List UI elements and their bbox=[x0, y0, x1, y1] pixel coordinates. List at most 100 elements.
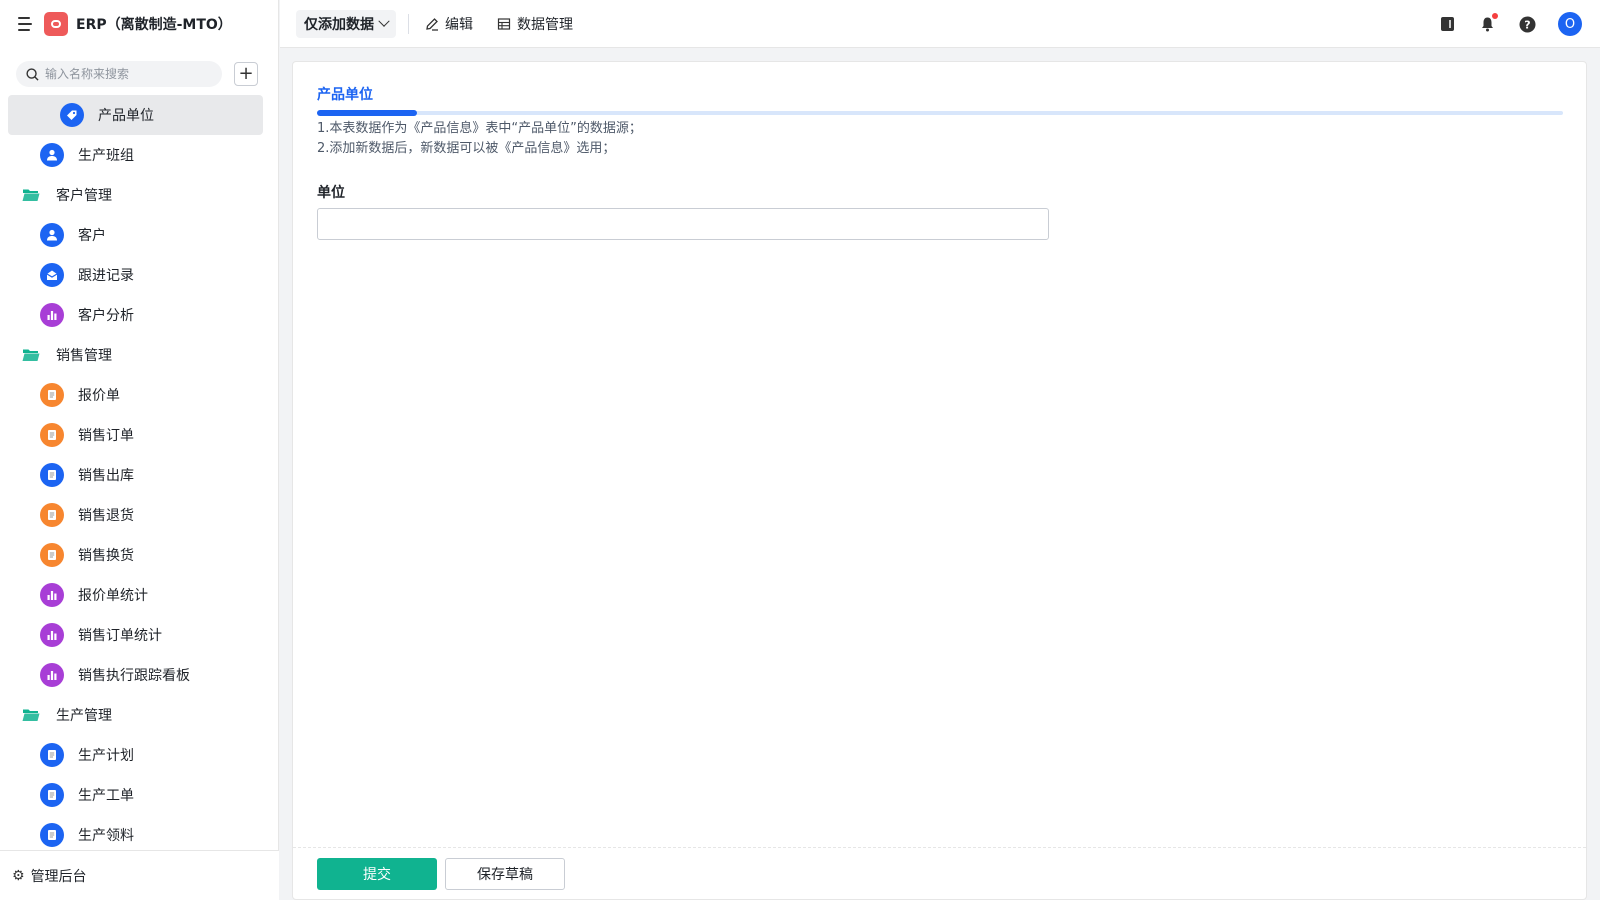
sidebar-item[interactable]: 销售换货 bbox=[0, 535, 279, 575]
save-draft-button[interactable]: 保存草稿 bbox=[445, 857, 565, 890]
sidebar-item[interactable]: 生产工单 bbox=[0, 775, 279, 815]
sidebar-item[interactable]: 跟进记录 bbox=[0, 255, 279, 295]
sidebar-item-label: 跟进记录 bbox=[78, 268, 134, 284]
form-card: 产品单位 1.本表数据作为《产品信息》表中“产品单位”的数据源； 2.添加新数据… bbox=[292, 61, 1587, 900]
document-icon bbox=[40, 783, 64, 807]
table-icon bbox=[497, 17, 511, 30]
chevron-down-icon bbox=[378, 15, 390, 27]
bar-chart-icon bbox=[40, 663, 64, 687]
sidebar-item-label: 销售订单统计 bbox=[78, 628, 162, 644]
document-icon bbox=[40, 383, 64, 407]
edit-button[interactable]: 编辑 bbox=[425, 14, 473, 34]
admin-console-label: 管理后台 bbox=[30, 868, 87, 885]
document-icon bbox=[40, 423, 64, 447]
svg-text:?: ? bbox=[1524, 18, 1530, 31]
sidebar-item-label: 销售管理 bbox=[56, 348, 112, 364]
bar-chart-icon bbox=[40, 623, 64, 647]
sidebar-item[interactable]: 销售订单 bbox=[0, 415, 279, 455]
mode-dropdown-label: 仅添加数据 bbox=[304, 16, 374, 33]
sidebar-item-label: 销售退货 bbox=[78, 508, 134, 524]
sidebar-nav: 产品单位生产班组客户管理客户跟进记录客户分析销售管理报价单销售订单销售出库销售退… bbox=[0, 95, 279, 850]
sidebar-item-label: 销售换货 bbox=[78, 548, 134, 564]
menu-icon[interactable] bbox=[18, 17, 34, 31]
document-icon bbox=[40, 543, 64, 567]
admin-console-link[interactable]: ⚙ 管理后台 bbox=[0, 850, 279, 900]
sidebar-item[interactable]: 客户分析 bbox=[0, 295, 279, 335]
person-icon bbox=[40, 143, 64, 167]
sidebar-item-label: 客户 bbox=[78, 228, 106, 244]
sidebar-item-label: 销售订单 bbox=[78, 428, 134, 444]
folder-icon bbox=[22, 708, 40, 722]
document-icon bbox=[40, 743, 64, 767]
sidebar-item[interactable]: 销售执行跟踪看板 bbox=[0, 655, 279, 695]
sidebar-item[interactable]: 生产领料 bbox=[0, 815, 279, 850]
sidebar-item-label: 生产班组 bbox=[78, 148, 134, 164]
sidebar-item-label: 生产领料 bbox=[78, 828, 134, 844]
add-item-button[interactable]: + bbox=[234, 62, 258, 86]
sidebar-item[interactable]: 客户 bbox=[0, 215, 279, 255]
toolbar-right: ? O bbox=[1438, 0, 1582, 48]
sidebar-item-label: 产品单位 bbox=[98, 108, 154, 124]
notification-dot bbox=[1492, 13, 1498, 19]
plus-icon: + bbox=[238, 63, 254, 84]
folder-icon bbox=[22, 188, 40, 202]
document-icon bbox=[40, 503, 64, 527]
sidebar-item[interactable]: 销售退货 bbox=[0, 495, 279, 535]
unit-input[interactable] bbox=[317, 208, 1049, 240]
sidebar-header: ERP（离散制造-MTO） bbox=[0, 0, 278, 48]
search-icon bbox=[26, 67, 39, 81]
document-icon bbox=[40, 823, 64, 847]
inbox-icon bbox=[40, 263, 64, 287]
sidebar-item-label: 报价单统计 bbox=[78, 588, 148, 604]
top-toolbar: 仅添加数据 编辑 数据管理 ? O bbox=[280, 0, 1600, 48]
document-icon bbox=[40, 463, 64, 487]
app-title: ERP（离散制造-MTO） bbox=[76, 17, 232, 33]
sidebar-item[interactable]: 报价单 bbox=[0, 375, 279, 415]
sidebar-folder[interactable]: 客户管理 bbox=[0, 175, 279, 215]
bell-icon[interactable] bbox=[1478, 13, 1498, 33]
form-footer: 提交 保存草稿 bbox=[293, 847, 1586, 899]
edit-label: 编辑 bbox=[445, 16, 473, 33]
sidebar-folder[interactable]: 销售管理 bbox=[0, 335, 279, 375]
sidebar-item[interactable]: 生产班组 bbox=[0, 135, 279, 175]
sidebar-item[interactable]: 销售订单统计 bbox=[0, 615, 279, 655]
sidebar-item-label: 生产工单 bbox=[78, 788, 134, 804]
sidebar-item-label: 销售执行跟踪看板 bbox=[78, 668, 190, 684]
data-manage-label: 数据管理 bbox=[517, 16, 573, 33]
data-manage-button[interactable]: 数据管理 bbox=[497, 14, 573, 34]
sidebar-item-label: 生产计划 bbox=[78, 748, 134, 764]
sidebar-item-label: 销售出库 bbox=[78, 468, 134, 484]
sidebar-folder[interactable]: 生产管理 bbox=[0, 695, 279, 735]
sidebar: ERP（离散制造-MTO） + 产品单位生产班组客户管理客户跟进记录客户分析销售… bbox=[0, 0, 279, 900]
form-description-line-2: 2.添加新数据后，新数据可以被《产品信息》选用； bbox=[317, 141, 616, 156]
sidebar-search-row: + bbox=[0, 48, 278, 90]
bar-chart-icon bbox=[40, 583, 64, 607]
form-title: 产品单位 bbox=[317, 87, 373, 103]
form-progress-bar bbox=[317, 110, 1563, 116]
mode-dropdown[interactable]: 仅添加数据 bbox=[296, 9, 396, 38]
sidebar-item-label: 客户分析 bbox=[78, 308, 134, 324]
user-avatar[interactable]: O bbox=[1558, 12, 1582, 36]
sidebar-search[interactable] bbox=[16, 61, 222, 87]
pencil-icon bbox=[426, 17, 438, 31]
folder-icon bbox=[22, 348, 40, 362]
sidebar-item[interactable]: 产品单位 bbox=[8, 95, 263, 135]
form-description: 1.本表数据作为《产品信息》表中“产品单位”的数据源； 2.添加新数据后，新数据… bbox=[317, 119, 642, 159]
bar-chart-icon bbox=[40, 303, 64, 327]
toolbar-divider bbox=[408, 13, 409, 34]
sidebar-item-label: 客户管理 bbox=[56, 188, 112, 204]
search-input[interactable] bbox=[45, 67, 215, 81]
sidebar-item[interactable]: 销售出库 bbox=[0, 455, 279, 495]
gear-icon: ⚙ bbox=[12, 867, 25, 884]
unit-field-label: 单位 bbox=[317, 185, 345, 201]
person-icon bbox=[40, 223, 64, 247]
sidebar-item[interactable]: 报价单统计 bbox=[0, 575, 279, 615]
help-icon[interactable]: ? bbox=[1518, 15, 1536, 33]
submit-button[interactable]: 提交 bbox=[317, 857, 437, 890]
tag-icon bbox=[60, 103, 84, 127]
notebook-icon[interactable] bbox=[1438, 15, 1456, 33]
sidebar-item[interactable]: 生产计划 bbox=[0, 735, 279, 775]
form-description-line-1: 1.本表数据作为《产品信息》表中“产品单位”的数据源； bbox=[317, 121, 642, 136]
app-logo-icon bbox=[44, 12, 68, 36]
form-progress-fill bbox=[317, 110, 417, 116]
